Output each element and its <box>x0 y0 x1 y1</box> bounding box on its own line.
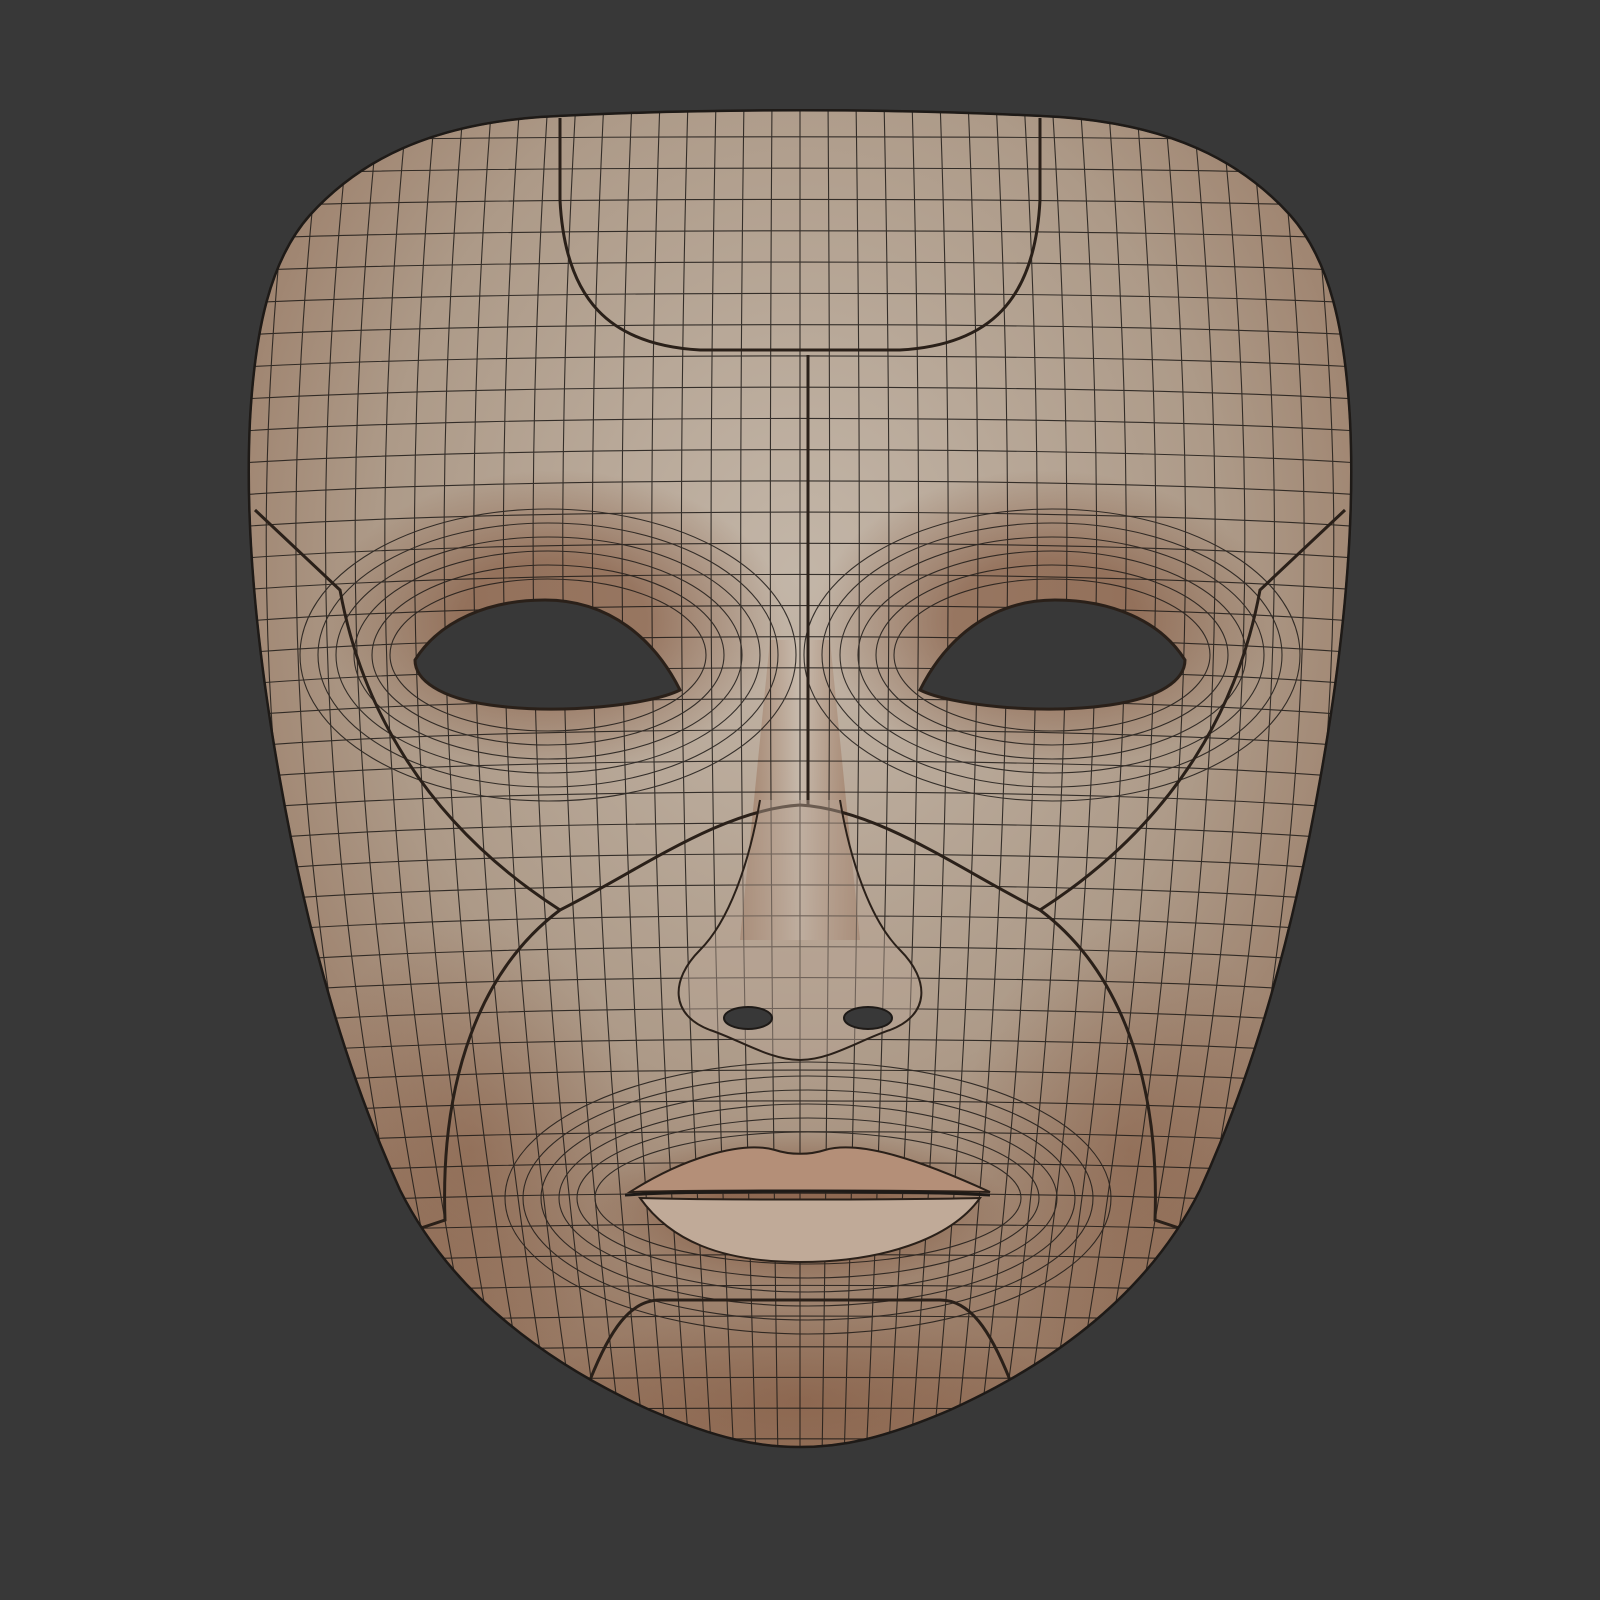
right-nostril <box>843 1006 893 1030</box>
wire-line-horizontal <box>230 1470 1370 1475</box>
mask-render <box>230 109 1370 1475</box>
left-cheek-shade <box>300 920 640 1380</box>
mask-surface <box>230 109 1370 1475</box>
left-nostril <box>723 1006 773 1030</box>
right-cheek-shade <box>960 920 1300 1380</box>
viewport <box>0 0 1600 1600</box>
